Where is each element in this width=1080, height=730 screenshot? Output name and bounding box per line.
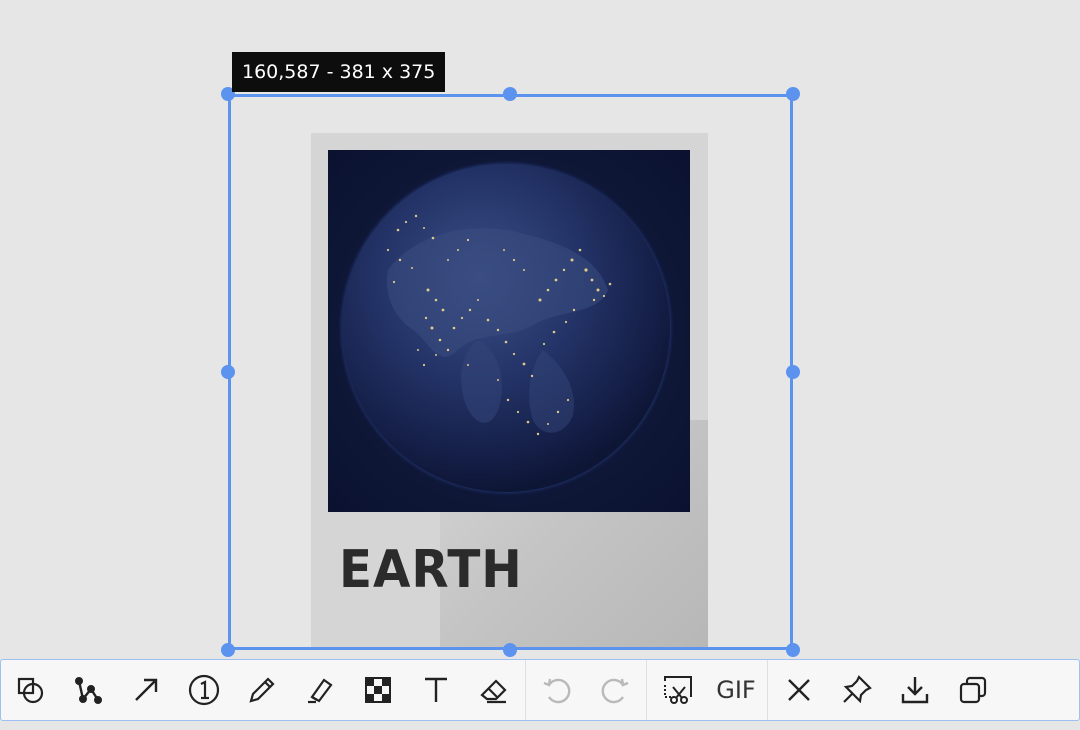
shape-tool[interactable] [1, 660, 59, 720]
selection-rectangle[interactable] [228, 94, 793, 650]
close-button[interactable] [770, 660, 828, 720]
copy-button[interactable] [944, 660, 1002, 720]
download-button[interactable] [886, 660, 944, 720]
highlighter-icon [308, 678, 333, 704]
redo-button[interactable] [586, 660, 644, 720]
toolbar-divider [525, 660, 526, 720]
pin-icon [843, 675, 872, 704]
polyline-icon [74, 676, 103, 705]
resize-handle-top-right[interactable] [786, 87, 800, 101]
resize-handle-bottom-left[interactable] [221, 643, 235, 657]
resize-handle-bottom[interactable] [503, 643, 517, 657]
selection-readout: 160,587 - 381 x 375 [232, 52, 446, 92]
gif-icon: GIF [716, 676, 756, 704]
number-marker-tool[interactable] [175, 660, 233, 720]
resize-handle-left[interactable] [221, 365, 235, 379]
capture-button[interactable] [649, 660, 707, 720]
eraser-icon [480, 679, 507, 704]
resize-handle-bottom-right[interactable] [786, 643, 800, 657]
resize-handle-right[interactable] [786, 365, 800, 379]
download-icon [901, 677, 929, 704]
redo-icon [601, 678, 629, 704]
number-marker-icon [188, 674, 220, 706]
text-icon [425, 677, 447, 702]
pin-button[interactable] [828, 660, 886, 720]
gif-button[interactable]: GIF [707, 660, 765, 720]
eraser-tool[interactable] [465, 660, 523, 720]
copy-icon [959, 676, 987, 704]
polyline-tool[interactable] [59, 660, 117, 720]
pencil-tool[interactable] [233, 660, 291, 720]
resize-handle-top[interactable] [503, 87, 517, 101]
toolbar-divider [767, 660, 768, 720]
mosaic-tool[interactable] [349, 660, 407, 720]
close-icon [788, 679, 810, 701]
capture-icon [664, 676, 692, 704]
highlighter-tool[interactable] [291, 660, 349, 720]
text-tool[interactable] [407, 660, 465, 720]
annotation-toolbar: GIF [0, 659, 1080, 721]
undo-icon [543, 678, 571, 704]
mosaic-icon [365, 677, 391, 703]
shape-icon [17, 677, 44, 704]
pencil-icon [249, 677, 275, 703]
toolbar-divider [646, 660, 647, 720]
arrow-tool[interactable] [117, 660, 175, 720]
arrow-icon [135, 678, 158, 701]
undo-button[interactable] [528, 660, 586, 720]
